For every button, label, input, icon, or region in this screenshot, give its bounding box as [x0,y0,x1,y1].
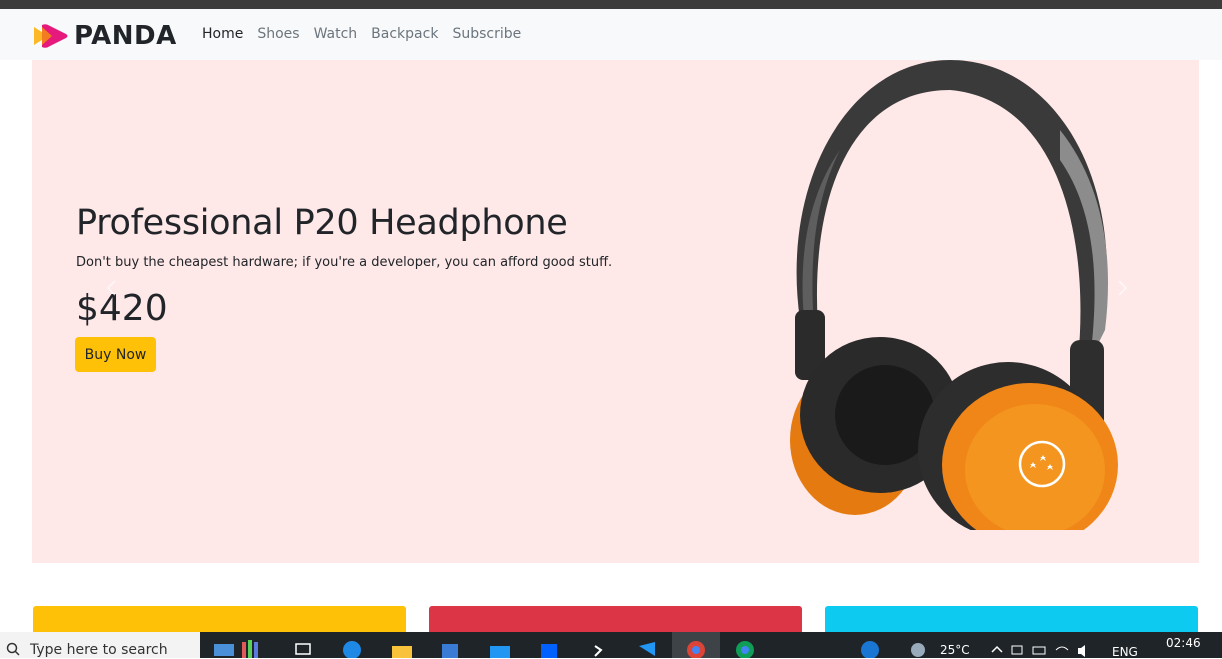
chrome-profile-icon[interactable] [733,636,757,658]
help-icon[interactable] [858,636,882,658]
books-icon[interactable] [240,636,264,658]
nav-backpack[interactable]: Backpack [371,26,438,42]
logo-icon [34,24,68,48]
weather-temperature: 25°C [940,643,970,657]
brand-name: PANDA [74,21,177,51]
taskbar-search-placeholder: Type here to search [30,642,168,658]
nav-links: Home Shoes Watch Backpack Subscribe [202,26,535,42]
vscode-icon[interactable] [635,636,659,658]
taskbar-search[interactable]: Type here to search [0,632,200,658]
carousel-prev-icon[interactable] [102,278,122,298]
browser-top-strip [0,0,1222,9]
sublime-icon[interactable] [587,636,611,658]
store-icon[interactable] [438,636,462,658]
hero-title: Professional P20 Headphone [76,203,568,243]
windows-taskbar: Type here to search 25°C ENG 02:46 [0,632,1222,659]
navbar: PANDA Home Shoes Watch Backpack Subscrib… [0,9,1222,60]
clock-time[interactable]: 02:46 [1166,636,1201,650]
hero-carousel: Professional P20 Headphone Don't buy the… [32,60,1199,563]
weather-icon [911,643,925,657]
chrome-icon[interactable] [684,636,708,658]
wifi-icon[interactable] [1054,636,1070,658]
battery-icon[interactable] [1032,636,1048,658]
meet-now-icon[interactable] [1010,636,1024,658]
edge-icon[interactable] [340,636,364,658]
file-explorer-icon[interactable] [390,636,414,658]
nav-home[interactable]: Home [202,26,243,42]
nav-watch[interactable]: Watch [314,26,358,42]
hero-description: Don't buy the cheapest hardware; if you'… [76,255,613,270]
nav-shoes[interactable]: Shoes [257,26,299,42]
task-view-icon[interactable] [292,636,316,658]
volume-icon[interactable] [1076,636,1092,658]
brand-logo[interactable]: PANDA [32,21,177,51]
buy-now-button[interactable]: Buy Now [75,337,156,372]
search-icon [6,642,20,656]
weather-widget-icon[interactable] [212,636,236,658]
chevron-up-icon[interactable] [990,636,1004,658]
dropbox-icon[interactable] [537,636,561,658]
headphone-image [790,60,1118,530]
nav-subscribe[interactable]: Subscribe [452,26,521,42]
language-indicator[interactable]: ENG [1112,645,1138,659]
mail-icon[interactable] [488,636,512,658]
